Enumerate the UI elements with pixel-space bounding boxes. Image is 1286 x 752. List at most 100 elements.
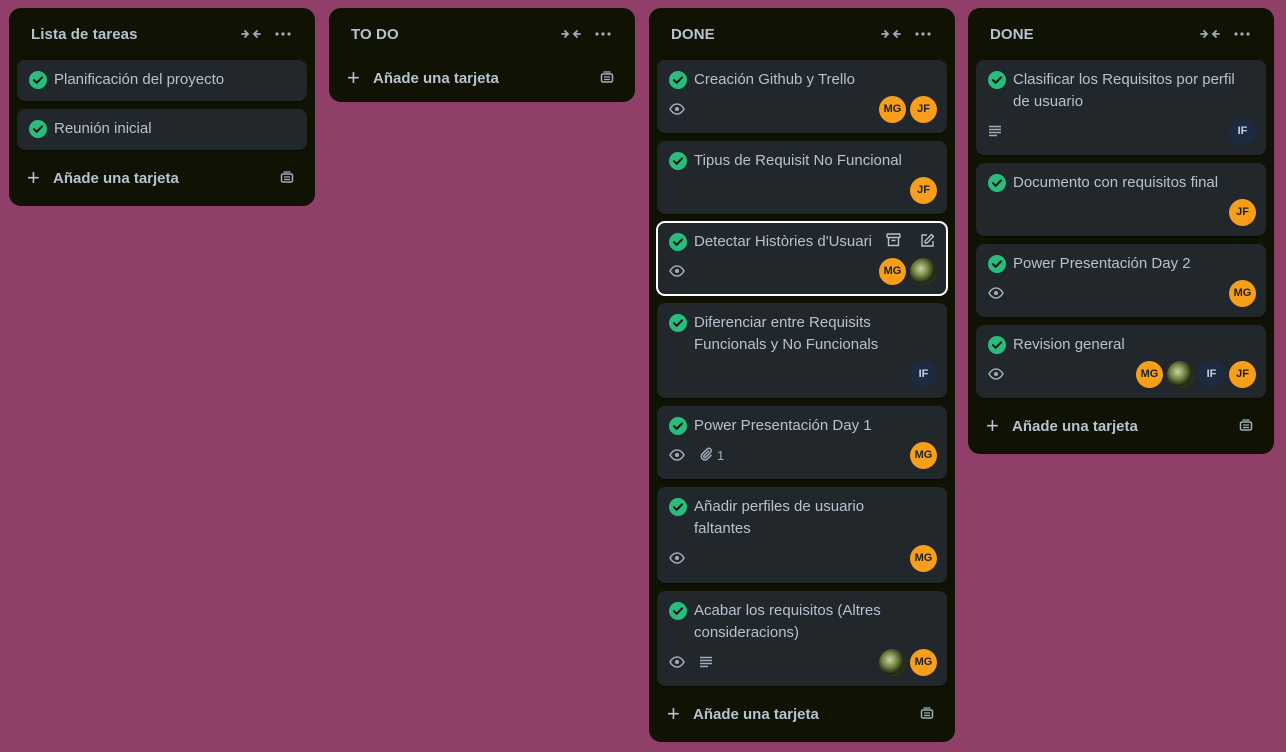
avatar[interactable]: MG <box>879 257 906 285</box>
add-card-label: Añade una tarjeta <box>1012 417 1138 435</box>
list-lista-de-tareas: Lista de tareas Planificación del proyec… <box>9 8 315 206</box>
list-title[interactable]: DONE <box>671 26 875 43</box>
check-complete-icon[interactable] <box>988 336 1006 354</box>
list-title[interactable]: Lista de tareas <box>31 26 235 43</box>
add-card-button[interactable]: + Añade una tarjeta <box>17 158 307 198</box>
watching-eye-icon <box>669 103 685 115</box>
card[interactable]: Creación Github y Trello MG JF <box>657 60 947 133</box>
card[interactable]: Añadir perfiles de usuario faltantes MG <box>657 487 947 583</box>
card-title: Añadir perfiles de usuario faltantes <box>694 498 865 537</box>
plus-icon: + <box>27 165 40 190</box>
watching-eye-icon <box>669 656 685 668</box>
avatar[interactable]: MG <box>910 441 937 469</box>
edit-pencil-icon[interactable] <box>913 228 941 252</box>
watching-eye-icon <box>988 287 1004 299</box>
collapse-list-icon[interactable] <box>1194 18 1226 50</box>
watching-eye-icon <box>669 265 685 277</box>
card-template-icon[interactable] <box>273 164 301 192</box>
check-complete-icon[interactable] <box>29 71 47 89</box>
card-title: Revision general <box>1013 336 1125 353</box>
list-menu-icon[interactable] <box>1226 18 1258 50</box>
card[interactable]: Power Presentación Day 2 MG <box>976 244 1266 317</box>
avatar[interactable]: IF <box>1198 360 1225 388</box>
paperclip-icon <box>699 447 713 464</box>
card-title: Creación Github y Trello <box>694 71 855 88</box>
avatar[interactable]: MG <box>879 95 906 123</box>
list-header[interactable]: DONE <box>657 8 947 60</box>
check-complete-icon[interactable] <box>669 233 687 251</box>
card-title: Documento con requisitos final <box>1013 174 1219 191</box>
list-done: DONE Creación Github y Trello MG JF Tipu… <box>649 8 955 742</box>
check-complete-icon[interactable] <box>669 417 687 435</box>
add-card-label: Añade una tarjeta <box>693 705 819 723</box>
card-title: Tipus de Requisit No Funcional <box>694 152 902 169</box>
collapse-list-icon[interactable] <box>875 18 907 50</box>
list-header[interactable]: DONE <box>976 8 1266 60</box>
card[interactable]: Detectar Històries d'Usuari MG <box>656 221 948 296</box>
collapse-list-icon[interactable] <box>235 18 267 50</box>
avatar[interactable]: JF <box>1229 360 1256 388</box>
plus-icon: + <box>986 413 999 438</box>
list-menu-icon[interactable] <box>587 18 619 50</box>
card-title: Acabar los requisitos (Altres considerac… <box>694 602 881 641</box>
card[interactable]: Reunión inicial <box>17 109 307 150</box>
card-title: Clasificar los Requisitos por perfil de … <box>1013 71 1235 110</box>
list-menu-icon[interactable] <box>267 18 299 50</box>
card-template-icon[interactable] <box>593 64 621 92</box>
card-title: Reunión inicial <box>54 120 152 137</box>
card-title: Planificación del proyecto <box>54 71 225 88</box>
card[interactable]: Tipus de Requisit No Funcional JF <box>657 141 947 214</box>
avatar[interactable]: MG <box>1229 279 1256 307</box>
list-title[interactable]: TO DO <box>351 26 555 43</box>
collapse-list-icon[interactable] <box>555 18 587 50</box>
plus-icon: + <box>347 65 360 90</box>
check-complete-icon[interactable] <box>669 498 687 516</box>
archive-icon[interactable] <box>879 228 907 252</box>
card[interactable]: Power Presentación Day 1 1 MG <box>657 406 947 479</box>
card-title: Power Presentación Day 1 <box>694 417 872 434</box>
avatar[interactable]: MG <box>1136 360 1163 388</box>
card-template-icon[interactable] <box>1232 412 1260 440</box>
check-complete-icon[interactable] <box>988 174 1006 192</box>
avatar[interactable]: IF <box>910 360 937 388</box>
add-card-button[interactable]: + Añade una tarjeta <box>657 694 947 734</box>
card[interactable]: Planificación del proyecto <box>17 60 307 101</box>
add-card-label: Añade una tarjeta <box>53 169 179 187</box>
list-header[interactable]: TO DO <box>337 8 627 60</box>
watching-eye-icon <box>669 449 685 461</box>
check-complete-icon[interactable] <box>29 120 47 138</box>
avatar[interactable]: JF <box>1229 198 1256 226</box>
avatar[interactable]: JF <box>910 95 937 123</box>
avatar-photo[interactable] <box>910 257 937 285</box>
avatar-photo[interactable] <box>879 648 906 676</box>
avatar[interactable]: IF <box>1229 117 1256 145</box>
card-template-icon[interactable] <box>913 700 941 728</box>
check-complete-icon[interactable] <box>669 71 687 89</box>
card-title: Detectar Històries d'Usuari <box>694 233 872 250</box>
check-complete-icon[interactable] <box>669 602 687 620</box>
card[interactable]: Documento con requisitos final JF <box>976 163 1266 236</box>
watching-eye-icon <box>988 368 1004 380</box>
description-icon <box>988 125 1002 137</box>
card[interactable]: Revision general MG IF JF <box>976 325 1266 398</box>
avatar[interactable]: JF <box>910 176 937 204</box>
card[interactable]: Acabar los requisitos (Altres considerac… <box>657 591 947 686</box>
list-title[interactable]: DONE <box>990 26 1194 43</box>
list-done-2: DONE Clasificar los Requisitos por perfi… <box>968 8 1274 454</box>
attachment-count: 1 <box>717 447 725 463</box>
add-card-button[interactable]: + Añade una tarjeta <box>337 60 627 96</box>
check-complete-icon[interactable] <box>988 71 1006 89</box>
card[interactable]: Clasificar los Requisitos por perfil de … <box>976 60 1266 155</box>
avatar-photo[interactable] <box>1167 360 1194 388</box>
avatar[interactable]: MG <box>910 544 937 572</box>
check-complete-icon[interactable] <box>988 255 1006 273</box>
add-card-label: Añade una tarjeta <box>373 69 499 87</box>
add-card-button[interactable]: + Añade una tarjeta <box>976 406 1266 446</box>
list-menu-icon[interactable] <box>907 18 939 50</box>
list-header[interactable]: Lista de tareas <box>17 8 307 60</box>
plus-icon: + <box>667 701 680 726</box>
avatar[interactable]: MG <box>910 648 937 676</box>
check-complete-icon[interactable] <box>669 152 687 170</box>
check-complete-icon[interactable] <box>669 314 687 332</box>
card[interactable]: Diferenciar entre Requisits Funcionals y… <box>657 303 947 398</box>
